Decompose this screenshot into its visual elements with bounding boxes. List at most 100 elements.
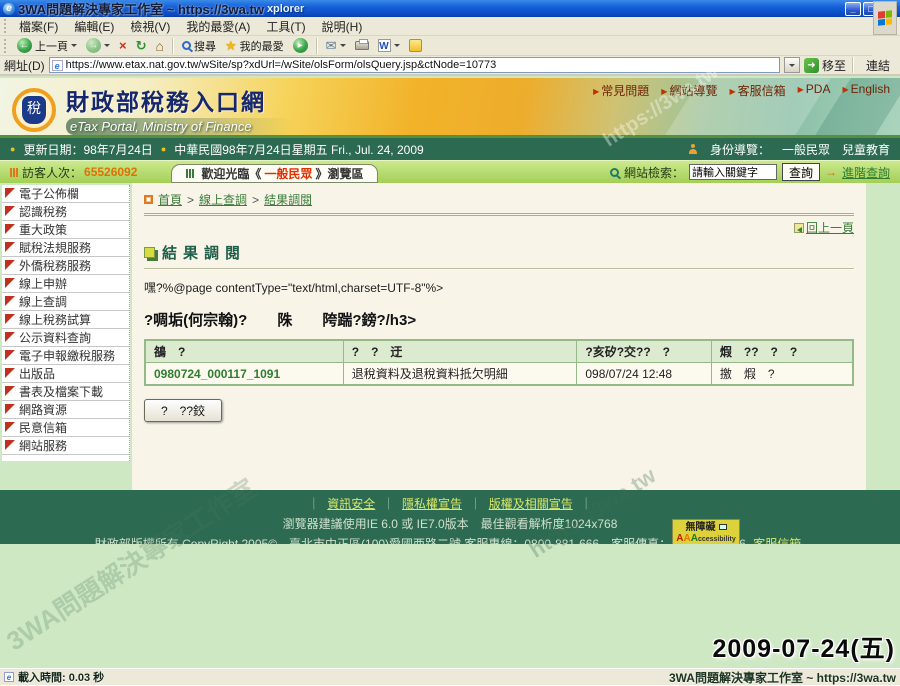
link-pda[interactable]: PDA [798,82,831,99]
bullet-icon: ● [161,144,166,154]
messenger-button[interactable] [406,39,425,52]
home-icon: ⌂ [156,38,164,54]
links-toolbar[interactable]: 連結 [860,57,896,74]
sidebar-item-publications[interactable]: 出版品 [2,365,129,383]
identity-link-general[interactable]: 一般民眾 [782,141,830,158]
breadcrumb-separator [187,193,194,207]
site-logo[interactable]: 稅 財政部稅務入口網 eTax Portal, Ministry of Fina… [12,83,292,136]
menu-file[interactable]: 檔案(F) [11,18,66,35]
sidebar-item-know-tax[interactable]: 認識稅務 [2,203,129,221]
result-file-link[interactable]: 0980724_000117_1091 [154,367,280,381]
sidebar-item-tax-law[interactable]: 賦稅法規服務 [2,239,129,257]
advanced-search-link[interactable]: 進階查詢 [842,164,890,181]
menu-view[interactable]: 檢視(V) [122,18,178,35]
result-table: 鵅 ? ? ? 迂 ?亥矽?交?? ? 煆 ?? ? ? 0980724_000… [144,339,854,386]
page-icon: e [4,672,14,682]
stop-button[interactable]: × [116,38,130,53]
sidebar-item-foreigner[interactable]: 外僑稅務服務 [2,257,129,275]
menu-help[interactable]: 說明(H) [314,18,371,35]
info-bar: ● 更新日期：98年7月24日 ● 中華民國98年7月24日星期五 Fri., … [0,138,900,160]
breadcrumb-online-query[interactable]: 線上查調 [199,191,247,208]
breadcrumb-current[interactable]: 結果調閱 [264,191,312,208]
link-contact[interactable]: 客服信箱 [729,82,785,99]
edit-dropdown-icon[interactable] [394,44,400,47]
menu-tools[interactable]: 工具(T) [258,18,313,35]
accessibility-badge[interactable]: 無障礙 AAAccessibility [672,519,740,545]
address-url: https://www.etax.nat.gov.tw/wSite/sp?xdU… [66,59,497,71]
page-icon: e [52,60,63,71]
star-icon: ★ [225,38,237,54]
minimize-button[interactable]: _ [845,2,861,16]
menu-favorites[interactable]: 我的最愛(A) [178,18,258,35]
divider [144,268,854,270]
fold-corner-icon [5,188,15,198]
fold-corner-icon [5,332,15,342]
sidebar-nav: 電子公佈欄 認識稅務 重大政策 賦稅法規服務 外僑稅務服務 線上申辦 線上查調 … [2,185,130,461]
search-label: 搜尋 [194,38,216,54]
sidebar-item-online-query[interactable]: 線上查調 [2,293,129,311]
back-button[interactable]: ← 上一頁 [14,38,80,54]
bars-icon [186,169,194,178]
sidebar-item-public-data[interactable]: 公示資料查詢 [2,329,129,347]
home-button[interactable]: ⌂ [153,38,167,54]
forward-icon: → [86,38,101,53]
update-date: 更新日期：98年7月24日 [23,141,152,158]
address-bar: 網址(D) e https://www.etax.nat.gov.tw/wSit… [0,56,900,76]
print-button[interactable] [352,41,372,50]
section-icon [144,247,155,258]
sidebar-item-opinion-mailbox[interactable]: 民意信箱 [2,419,129,437]
link-faq[interactable]: 常見問題 [593,82,649,99]
go-button[interactable]: ➜ 移至 [804,57,846,74]
breadcrumb-home[interactable]: 首頁 [158,191,182,208]
site-search-input[interactable] [689,164,777,180]
sidebar-item-web-resources[interactable]: 網路資源 [2,401,129,419]
search-button[interactable]: 搜尋 [179,38,219,54]
window-title: 3WA問題解決專家工作室 ~ https://3wa.tw [18,0,264,18]
media-button[interactable]: ▸ [290,38,311,53]
table-header-row: 鵅 ? ? ? 迂 ?亥矽?交?? ? 煆 ?? ? ? [145,340,853,363]
visitor-bar: 訪客人次： 65526092 歡迎光臨《 一般民眾 》瀏覽區 網站檢索： 查詢 … [0,160,900,183]
utility-nav: 常見問題 網站導覽 客服信箱 PDA English [593,82,890,99]
footer-link-copyright-notice[interactable]: 版權及相關宣告 [489,497,573,511]
favorites-button[interactable]: ★ 我的最愛 [222,38,287,54]
submit-button[interactable]: ? ??鉸 [144,399,222,422]
address-dropdown[interactable] [784,57,800,73]
address-label: 網址(D) [4,57,45,74]
back-to-previous-link[interactable]: 回上一頁 [794,221,854,235]
address-input[interactable]: e https://www.etax.nat.gov.tw/wSite/sp?x… [49,57,780,73]
forward-button[interactable]: → [83,38,113,53]
mail-dropdown-icon[interactable] [340,44,346,47]
forward-dropdown-icon[interactable] [104,44,110,47]
link-sitemap[interactable]: 網站導覽 [661,82,717,99]
back-label: 上一頁 [35,38,68,54]
footer-link-privacy[interactable]: 隱私權宣告 [402,497,462,511]
sidebar-item-policy[interactable]: 重大政策 [2,221,129,239]
back-dropdown-icon[interactable] [71,44,77,47]
identity-link-children[interactable]: 兒童教育 [842,141,890,158]
site-search-button[interactable]: 查詢 [782,163,820,181]
refresh-button[interactable]: ↻ [133,38,150,54]
bars-icon [10,168,18,177]
stop-icon: × [119,38,127,53]
footer-separator [469,497,481,511]
browser-recommendation: 瀏覽器建議使用IE 6.0 或 IE7.0版本 最佳觀看解析度1024x768 [0,515,900,532]
link-english[interactable]: English [842,82,890,99]
sidebar-item-site-services[interactable]: 網站服務 [2,437,129,455]
visitor-count: 65526092 [84,165,137,179]
col-header-status: 煆 ?? ? ? [711,340,853,363]
sidebar-item-online-apply[interactable]: 線上申辦 [2,275,129,293]
sidebar-item-bulletin[interactable]: 電子公佈欄 [2,185,129,203]
mail-button[interactable]: ✉ [323,38,349,54]
menu-edit[interactable]: 編輯(E) [66,18,122,35]
ie-icon: e [3,3,15,15]
sidebar-item-tax-trial[interactable]: 線上稅務試算 [2,311,129,329]
visitor-label: 訪客人次： [22,164,82,181]
load-time-status: 載入時間: 0.03 秒 [18,669,104,685]
sidebar-item-downloads[interactable]: 書表及檔案下載 [2,383,129,401]
footer-link-security[interactable]: 資訊安全 [327,497,375,511]
edit-button[interactable]: W [375,39,403,52]
badge-title: 無障礙 [686,522,716,533]
go-icon: ➜ [804,58,819,73]
fold-corner-icon [5,296,15,306]
sidebar-item-e-filing[interactable]: 電子申報繳稅服務 [2,347,129,365]
